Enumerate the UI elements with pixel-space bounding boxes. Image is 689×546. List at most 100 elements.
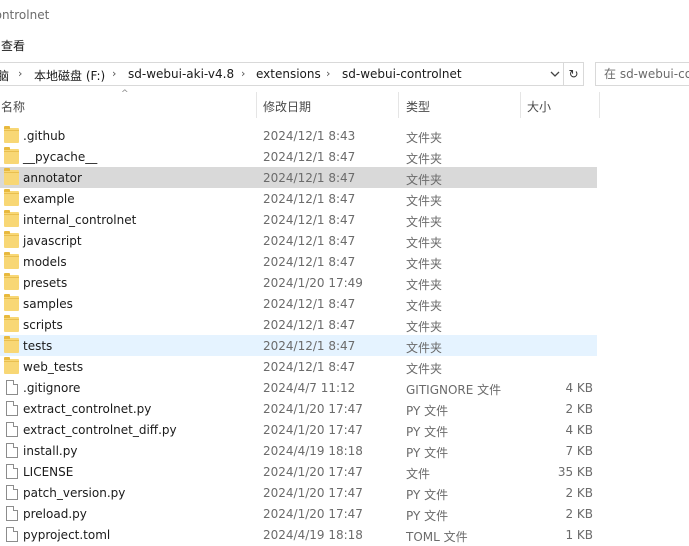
chevron-down-icon[interactable]: [548, 68, 562, 82]
table-row[interactable]: example 2024/12/1 8:47 文件夹: [0, 188, 689, 209]
file-icon: [6, 422, 18, 437]
file-name[interactable]: models: [23, 255, 67, 269]
menu-view[interactable]: 查看: [0, 37, 26, 54]
table-row[interactable]: .gitignore 2024/4/7 11:12 GITIGNORE 文件 4 KB: [0, 377, 689, 398]
menu-bar: 查看: [0, 32, 689, 58]
file-date: 2024/1/20 17:47: [263, 486, 363, 500]
file-size: 4 KB: [565, 423, 593, 437]
folder-icon: [4, 336, 19, 353]
file-date: 2024/12/1 8:47: [263, 339, 356, 353]
file-type: PY 文件: [406, 488, 449, 502]
table-row[interactable]: extract_controlnet.py 2024/1/20 17:47 PY 文…: [0, 398, 689, 419]
window-title: controlnet: [0, 8, 50, 22]
table-row[interactable]: presets 2024/1/20 17:49 文件夹: [0, 272, 689, 293]
file-name[interactable]: extract_controlnet_diff.py: [23, 423, 177, 437]
breadcrumb-separator-icon[interactable]: ›: [112, 67, 116, 80]
file-name[interactable]: annotator: [23, 171, 82, 185]
search-box[interactable]: [595, 62, 689, 86]
column-name[interactable]: 名称: [0, 90, 256, 120]
file-name[interactable]: .gitignore: [23, 381, 80, 395]
file-list: .github 2024/12/1 8:43 文件夹 __pycache__ 2024/…: [0, 125, 689, 545]
file-size: 2 KB: [565, 507, 593, 521]
column-divider[interactable]: [599, 92, 600, 118]
file-name[interactable]: javascript: [23, 234, 82, 248]
folder-icon: [4, 189, 19, 206]
file-name[interactable]: preload.py: [23, 507, 87, 521]
file-name[interactable]: internal_controlnet: [23, 213, 136, 227]
file-type: 文件夹: [406, 173, 443, 187]
file-name[interactable]: presets: [23, 276, 67, 290]
table-row[interactable]: preload.py 2024/1/20 17:47 PY 文件 2 KB: [0, 503, 689, 524]
file-date: 2024/4/7 11:12: [263, 381, 356, 395]
table-row[interactable]: patch_version.py 2024/1/20 17:47 PY 文件 2 KB: [0, 482, 689, 503]
file-icon: [6, 464, 18, 479]
breadcrumb-separator-icon[interactable]: ›: [18, 67, 22, 80]
address-bar[interactable]: 脑 › 本地磁盘 (F:) › sd-webui-aki-v4.8 › exte…: [0, 62, 564, 86]
folder-icon: [4, 147, 19, 164]
table-row[interactable]: samples 2024/12/1 8:47 文件夹: [0, 293, 689, 314]
file-type: PY 文件: [406, 404, 449, 418]
table-row[interactable]: models 2024/12/1 8:47 文件夹: [0, 251, 689, 272]
table-row[interactable]: internal_controlnet 2024/12/1 8:47 文件夹: [0, 209, 689, 230]
table-row[interactable]: extract_controlnet_diff.py 2024/1/20 17:4…: [0, 419, 689, 440]
file-icon: [6, 506, 18, 521]
breadcrumb-sd-webui-controlnet[interactable]: sd-webui-controlnet: [342, 67, 462, 81]
search-input[interactable]: [596, 63, 689, 85]
breadcrumb-this-pc[interactable]: 脑: [0, 67, 9, 84]
explorer-window: controlnet 查看 脑 › 本地磁盘 (F:) › sd-webui-a…: [0, 0, 689, 546]
file-name[interactable]: tests: [23, 339, 52, 353]
file-name[interactable]: web_tests: [23, 360, 83, 374]
file-name[interactable]: samples: [23, 297, 73, 311]
file-type: 文件夹: [406, 215, 443, 229]
file-type: 文件夹: [406, 257, 443, 271]
file-name[interactable]: example: [23, 192, 75, 206]
file-name[interactable]: pyproject.toml: [23, 528, 110, 542]
table-row[interactable]: install.py 2024/4/19 18:18 PY 文件 7 KB: [0, 440, 689, 461]
column-type[interactable]: 类型: [399, 90, 520, 120]
file-name[interactable]: .github: [23, 129, 65, 143]
refresh-icon[interactable]: ↻: [564, 62, 584, 86]
file-icon: [6, 527, 18, 542]
file-type: 文件夹: [406, 320, 443, 334]
table-row[interactable]: annotator 2024/12/1 8:47 文件夹: [0, 167, 689, 188]
table-row[interactable]: .github 2024/12/1 8:43 文件夹: [0, 125, 689, 146]
table-row[interactable]: __pycache__ 2024/12/1 8:47 文件夹: [0, 146, 689, 167]
table-row[interactable]: javascript 2024/12/1 8:47 文件夹: [0, 230, 689, 251]
file-name[interactable]: __pycache__: [23, 150, 97, 164]
file-type: 文件夹: [406, 362, 443, 376]
file-date: 2024/12/1 8:47: [263, 318, 356, 332]
table-row[interactable]: pyproject.toml 2024/4/19 18:18 TOML 文件 1 KB: [0, 524, 689, 545]
breadcrumb-drive-f[interactable]: 本地磁盘 (F:): [34, 67, 105, 84]
column-size-label: 大小: [527, 100, 552, 114]
file-type: PY 文件: [406, 446, 449, 460]
breadcrumb-separator-icon[interactable]: ›: [241, 67, 245, 80]
breadcrumb-separator-icon[interactable]: ›: [326, 67, 330, 80]
table-row[interactable]: tests 2024/12/1 8:47 文件夹: [0, 335, 689, 356]
breadcrumb-extensions[interactable]: extensions: [256, 67, 321, 81]
file-date: 2024/12/1 8:47: [263, 297, 356, 311]
folder-icon: [4, 315, 19, 332]
file-date: 2024/1/20 17:47: [263, 423, 363, 437]
file-date: 2024/12/1 8:47: [263, 171, 356, 185]
folder-icon: [4, 210, 19, 227]
file-name[interactable]: extract_controlnet.py: [23, 402, 151, 416]
file-name[interactable]: patch_version.py: [23, 486, 125, 500]
table-row[interactable]: web_tests 2024/12/1 8:47 文件夹: [0, 356, 689, 377]
table-row[interactable]: LICENSE 2024/1/20 17:47 文件 35 KB: [0, 461, 689, 482]
column-date[interactable]: 修改日期: [257, 90, 398, 120]
column-type-label: 类型: [406, 100, 431, 114]
file-size: 7 KB: [565, 444, 593, 458]
breadcrumb-sd-webui-aki[interactable]: sd-webui-aki-v4.8: [128, 67, 234, 81]
file-date: 2024/1/20 17:49: [263, 276, 363, 290]
file-size: 2 KB: [565, 402, 593, 416]
table-row[interactable]: scripts 2024/12/1 8:47 文件夹: [0, 314, 689, 335]
file-type: 文件夹: [406, 194, 443, 208]
file-name[interactable]: install.py: [23, 444, 77, 458]
file-size: 35 KB: [557, 465, 593, 479]
file-name[interactable]: scripts: [23, 318, 63, 332]
column-size[interactable]: 大小: [521, 90, 599, 120]
file-type: 文件: [406, 467, 431, 481]
file-name[interactable]: LICENSE: [23, 465, 73, 479]
folder-icon: [4, 126, 19, 143]
file-date: 2024/12/1 8:47: [263, 192, 356, 206]
